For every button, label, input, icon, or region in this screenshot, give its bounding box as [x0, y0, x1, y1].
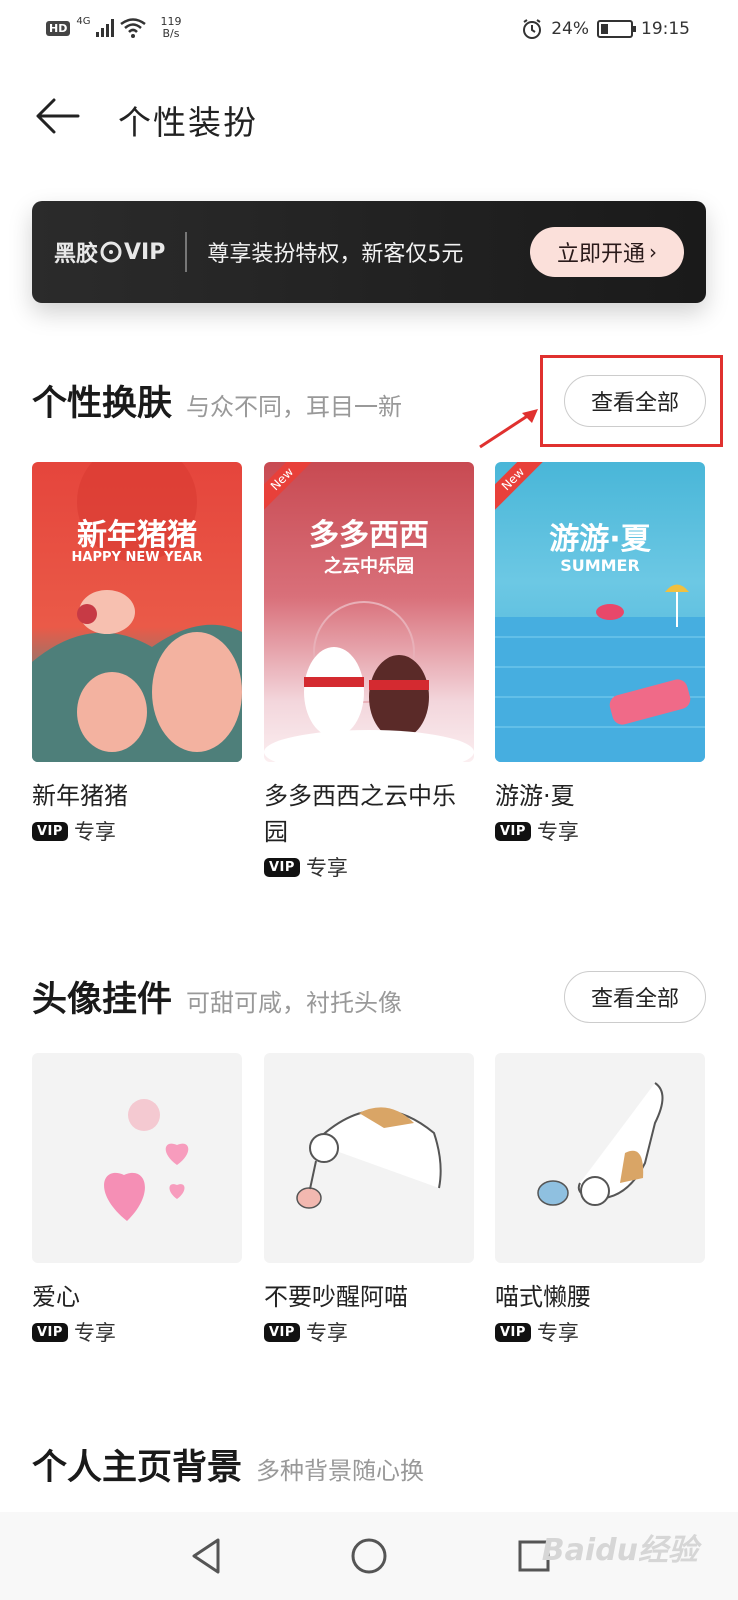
heart-icon	[104, 1099, 189, 1221]
pendant-thumbnail	[32, 1053, 242, 1263]
wifi-icon	[120, 18, 147, 38]
vinyl-icon	[100, 241, 122, 263]
vip-chip: VIP	[32, 1322, 68, 1342]
pool-illustration	[495, 584, 705, 762]
vip-chip: VIP	[495, 1322, 531, 1342]
skin-thumbnail: 新年猪猪 HAPPY NEW YEAR	[32, 462, 242, 762]
skin-art-title: 多多西西	[309, 518, 429, 553]
battery-percent: 24%	[551, 19, 589, 39]
pendant-name: 喵式懒腰	[495, 1283, 591, 1311]
pendant-card-sleeping-cat[interactable]: 不要吵醒阿喵 VIP 专享	[264, 1053, 474, 1347]
annotation-highlight-box	[540, 355, 723, 447]
pig-illustration	[32, 462, 242, 762]
vip-chip: VIP	[495, 821, 531, 841]
skin-card-new-year-pig[interactable]: 新年猪猪 HAPPY NEW YEAR 新年猪猪 VIP 专享	[32, 462, 242, 846]
backgrounds-title: 个人主页背景	[32, 1447, 243, 1488]
back-button[interactable]	[34, 94, 82, 138]
skin-art-subtitle: HAPPY NEW YEAR	[71, 550, 203, 565]
circle-home-icon	[351, 1538, 387, 1574]
network-type: 4G	[76, 15, 91, 27]
watermark: Baidu经验	[541, 1533, 698, 1568]
vip-exclusive-tag: VIP 专享	[495, 1317, 705, 1347]
vip-exclusive-tag: VIP 专享	[264, 1317, 474, 1347]
speed-unit: B/s	[162, 27, 180, 40]
reindeer-illustration	[264, 601, 474, 762]
backgrounds-subtitle: 多种背景随心换	[256, 1456, 425, 1485]
skin-name: 新年猪猪	[32, 782, 128, 810]
exclusive-label: 专享	[73, 1321, 116, 1345]
vip-exclusive-tag: VIP 专享	[32, 1317, 242, 1347]
nav-back-button[interactable]	[180, 1530, 232, 1582]
pendants-title: 头像挂件	[32, 979, 173, 1020]
page-title: 个性装扮	[118, 103, 258, 142]
skin-card-duoduo-xixi[interactable]: New 多多西西 之云中乐园 多多西西之云中乐园 VIP 专享	[264, 462, 474, 882]
skin-art-title: 新年猪猪	[77, 518, 197, 553]
alarm-icon	[523, 19, 542, 39]
clock: 19:15	[641, 19, 690, 39]
skin-name: 游游·夏	[495, 782, 575, 810]
vip-exclusive-tag: VIP 专享	[495, 816, 705, 846]
nav-home-button[interactable]	[343, 1530, 395, 1582]
skins-subtitle: 与众不同，耳目一新	[186, 392, 403, 421]
vip-brand-logo: 黑胶 VIP	[54, 236, 165, 268]
pendant-card-stretching-cat[interactable]: 喵式懒腰 VIP 专享	[495, 1053, 705, 1347]
pendants-view-all-button[interactable]: 查看全部	[564, 971, 706, 1023]
annotation-arrow-icon	[479, 409, 538, 449]
skins-title: 个性换肤	[32, 383, 173, 424]
vip-open-button[interactable]: 立即开通 ›	[530, 227, 684, 277]
pendant-thumbnail	[264, 1053, 474, 1263]
vip-chip: VIP	[264, 857, 300, 877]
chevron-right-icon: ›	[649, 240, 657, 264]
skin-thumbnail: New 多多西西 之云中乐园	[264, 462, 474, 762]
vip-brand-prefix: 黑胶	[54, 242, 99, 267]
status-bar: HD 4G 119 B/s 24% 19:15	[0, 0, 738, 62]
cat-icon	[537, 1082, 664, 1206]
exclusive-label: 专享	[536, 820, 579, 844]
status-left: HD 4G 119 B/s	[46, 16, 181, 40]
skin-name: 多多西西之云中乐园	[264, 782, 456, 846]
vip-chip: VIP	[32, 821, 68, 841]
vip-open-label: 立即开通	[556, 242, 645, 267]
skin-art-title: 游游·夏	[549, 522, 651, 557]
vip-brand-vip: VIP	[124, 239, 166, 265]
vip-chip: VIP	[264, 1322, 300, 1342]
pendant-name: 不要吵醒阿喵	[264, 1283, 408, 1311]
app-header: 个性装扮	[0, 88, 738, 144]
status-right: 24% 19:15	[521, 18, 690, 40]
skin-card-summer[interactable]: New 游游·夏 SUMMER 游游·夏 VIP 专享	[495, 462, 705, 846]
vip-exclusive-tag: VIP 专享	[32, 816, 242, 846]
vip-banner[interactable]: 黑胶 VIP 尊享装扮特权，新客仅5元 立即开通 ›	[32, 201, 706, 303]
back-arrow-icon	[36, 98, 80, 134]
skin-art-subtitle: 之云中乐园	[324, 556, 414, 577]
exclusive-label: 专享	[305, 1321, 348, 1345]
triangle-back-icon	[192, 1538, 220, 1574]
battery-fill	[601, 24, 608, 34]
exclusive-label: 专享	[305, 856, 348, 880]
pendants-section-header: 头像挂件 可甜可咸，衬托头像 查看全部	[32, 968, 706, 1024]
pendant-card-heart[interactable]: 爱心 VIP 专享	[32, 1053, 242, 1347]
vip-divider	[185, 232, 188, 272]
pendants-subtitle: 可甜可咸，衬托头像	[186, 988, 403, 1017]
vip-exclusive-tag: VIP 专享	[264, 852, 474, 882]
network-speed: 119 B/s	[160, 16, 181, 40]
exclusive-label: 专享	[536, 1321, 579, 1345]
exclusive-label: 专享	[73, 820, 116, 844]
vip-promo-text: 尊享装扮特权，新客仅5元	[207, 242, 464, 267]
backgrounds-section-header: 个人主页背景 多种背景随心换	[32, 1436, 706, 1492]
battery-icon	[597, 20, 636, 38]
hd-badge: HD	[46, 20, 71, 36]
skin-thumbnail: New 游游·夏 SUMMER	[495, 462, 705, 762]
signal-icon	[96, 19, 115, 37]
skin-art-subtitle: SUMMER	[560, 556, 640, 575]
pendant-name: 爱心	[32, 1283, 80, 1311]
cat-icon	[296, 1107, 442, 1209]
pendant-thumbnail	[495, 1053, 705, 1263]
